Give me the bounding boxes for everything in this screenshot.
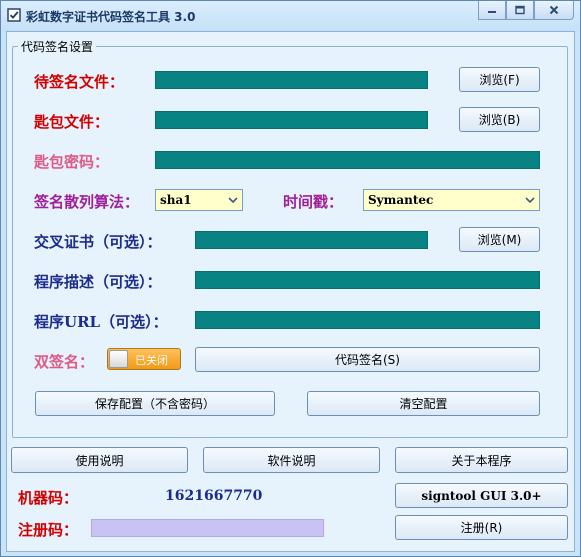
window-title: 彩虹数字证书代码签名工具 3.0 bbox=[26, 10, 196, 24]
checkbox-icon bbox=[7, 8, 21, 22]
timestamp-select[interactable]: Symantec bbox=[363, 189, 540, 211]
password-label: 匙包密码： bbox=[34, 153, 110, 171]
key-file-input[interactable] bbox=[155, 111, 428, 129]
signtool-button[interactable]: signtool GUI 3.0+ bbox=[395, 483, 568, 508]
usage-button[interactable]: 使用说明 bbox=[11, 447, 188, 473]
chevron-down-icon bbox=[228, 197, 238, 204]
file-label: 待签名文件： bbox=[34, 73, 125, 91]
cross-cert-label: 交叉证书（可选）： bbox=[34, 233, 162, 251]
hash-value: sha1 bbox=[160, 193, 192, 207]
description-label: 程序描述（可选）： bbox=[34, 273, 162, 291]
register-code-input[interactable] bbox=[91, 519, 324, 537]
url-input[interactable] bbox=[195, 311, 540, 329]
save-config-button[interactable]: 保存配置（不含密码） bbox=[35, 391, 275, 416]
minimize-icon bbox=[488, 11, 496, 13]
register-button[interactable]: 注册(R) bbox=[395, 515, 568, 540]
about-button[interactable]: 关于本程序 bbox=[395, 447, 568, 473]
dual-sign-toggle[interactable]: 已关闭 bbox=[107, 348, 181, 370]
title-bar[interactable]: 彩虹数字证书代码签名工具 3.0 bbox=[1, 1, 580, 31]
description-input[interactable] bbox=[195, 271, 540, 289]
hash-select[interactable]: sha1 bbox=[155, 189, 243, 211]
chevron-down-icon bbox=[525, 197, 535, 204]
close-button[interactable] bbox=[534, 1, 574, 20]
timestamp-value: Symantec bbox=[368, 193, 434, 207]
browse-key-button[interactable]: 浏览(B) bbox=[459, 107, 540, 132]
machine-code-label: 机器码： bbox=[18, 489, 79, 507]
hash-label: 签名散列算法： bbox=[34, 193, 140, 211]
maximize-button[interactable] bbox=[506, 1, 534, 20]
browse-cert-button[interactable]: 浏览(M) bbox=[459, 227, 540, 252]
url-label: 程序URL（可选）： bbox=[34, 313, 168, 331]
dual-sign-label: 双签名： bbox=[34, 353, 95, 371]
clear-config-button[interactable]: 清空配置 bbox=[307, 391, 540, 416]
toggle-knob bbox=[109, 350, 128, 368]
group-label: 代码签名设置 bbox=[18, 38, 97, 55]
key-label: 匙包文件： bbox=[34, 113, 110, 131]
browse-file-button[interactable]: 浏览(F) bbox=[459, 67, 540, 92]
software-info-button[interactable]: 软件说明 bbox=[203, 447, 380, 473]
cross-cert-input[interactable] bbox=[195, 231, 428, 249]
timestamp-label: 时间戳： bbox=[283, 193, 344, 211]
close-icon bbox=[549, 5, 559, 15]
machine-code-value: 1621667770 bbox=[165, 488, 263, 504]
toggle-state: 已关闭 bbox=[135, 354, 168, 367]
minimize-button[interactable] bbox=[478, 1, 506, 20]
file-input[interactable] bbox=[155, 71, 428, 89]
register-code-label: 注册码： bbox=[18, 521, 79, 539]
sign-button[interactable]: 代码签名(S) bbox=[195, 347, 540, 372]
password-input[interactable] bbox=[155, 151, 540, 169]
maximize-icon bbox=[515, 5, 525, 15]
